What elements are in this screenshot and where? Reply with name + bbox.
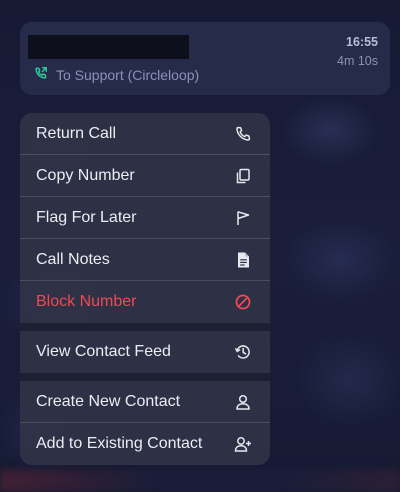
flag-icon [234,209,252,227]
menu-item-view-contact-feed[interactable]: View Contact Feed [20,331,270,373]
call-direction: To Support (Circleloop) [34,66,199,83]
copy-icon [234,167,252,185]
document-icon [234,251,252,269]
menu-item-label: Create New Contact [36,392,181,410]
menu-item-call-notes[interactable]: Call Notes [20,239,270,281]
call-duration: 4m 10s [337,54,378,68]
menu-item-label: Add to Existing Contact [36,435,203,452]
menu-group-contacts: Create New Contact Add to Existing Conta… [20,381,270,465]
menu-item-block-number[interactable]: Block Number [20,281,270,323]
menu-item-label: Block Number [36,293,137,310]
menu-item-create-new-contact[interactable]: Create New Contact [20,381,270,423]
menu-item-label: Flag For Later [36,208,137,226]
menu-item-flag-for-later[interactable]: Flag For Later [20,197,270,239]
menu-group-feed: View Contact Feed [20,331,270,373]
call-direction-label: To Support (Circleloop) [56,66,200,83]
menu-item-label: View Contact Feed [36,343,171,360]
menu-item-label: Call Notes [36,250,110,268]
menu-group-actions: Return Call Copy Number Flag For Later C… [20,113,270,323]
person-add-icon [234,435,252,453]
blurred-bottom-bar [0,470,400,492]
call-time: 16:55 [346,35,378,49]
redacted-caller-name [28,35,189,59]
menu-separator [20,373,270,381]
history-icon [234,343,252,361]
menu-item-label: Copy Number [36,166,135,184]
menu-item-label: Return Call [36,124,117,142]
person-icon [234,393,252,411]
context-menu: Return Call Copy Number Flag For Later C… [20,113,270,465]
menu-item-return-call[interactable]: Return Call [20,113,270,155]
outgoing-call-icon [34,66,48,83]
menu-item-copy-number[interactable]: Copy Number [20,155,270,197]
block-icon [234,293,252,311]
menu-separator [20,323,270,331]
phone-icon [234,125,252,143]
call-log-entry[interactable]: 16:55 4m 10s To Support (Circleloop) [20,22,390,95]
menu-item-add-to-existing-contact[interactable]: Add to Existing Contact [20,423,270,465]
